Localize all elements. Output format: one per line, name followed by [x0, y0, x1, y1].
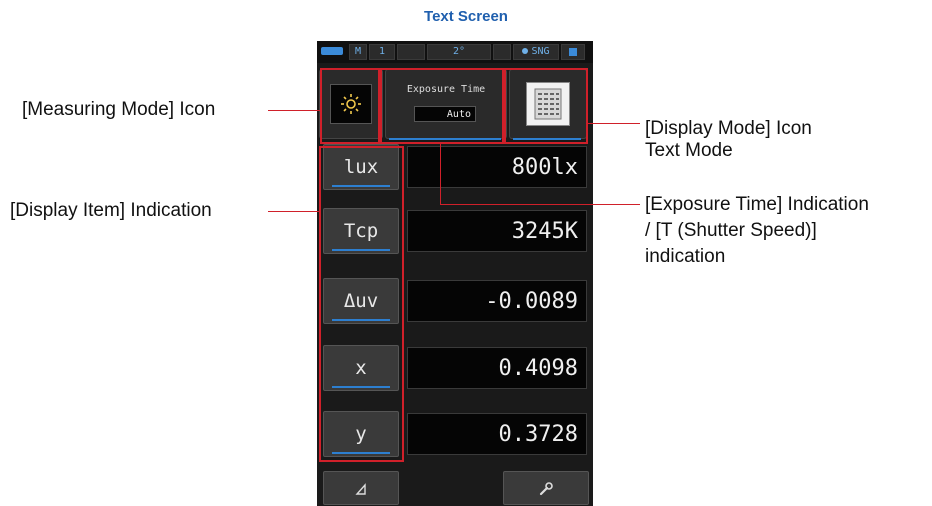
status-mode: M [349, 44, 367, 60]
status-blank-2 [493, 44, 511, 60]
dot-icon [522, 48, 529, 54]
measuring-mode-highlight [320, 68, 380, 144]
display-item-value: 0.4098 [407, 347, 587, 389]
triangle-icon [355, 482, 366, 495]
measuring-mode-annotation: [Measuring Mode] Icon [22, 99, 216, 120]
display-item-value: -0.0089 [407, 280, 587, 322]
display-mode-annotation-sub: Text Mode [645, 140, 733, 161]
leader-line [268, 211, 319, 212]
display-item-value: 3245K [407, 210, 587, 252]
display-mode-annotation: [Display Mode] Icon [645, 118, 812, 139]
battery-icon [321, 47, 343, 55]
status-blank [397, 44, 425, 60]
status-sng-label: SNG [531, 46, 550, 57]
wrench-icon [539, 481, 553, 495]
display-item-highlight [319, 146, 404, 462]
status-bar: M 1 2° SNG [317, 41, 593, 63]
display-item-value: 0.3728 [407, 413, 587, 455]
settings-button[interactable] [503, 471, 589, 505]
status-sng: SNG [513, 44, 559, 60]
exposure-time-highlight [380, 68, 504, 144]
exposure-annotation-2: / [T (Shutter Speed)] [645, 220, 817, 241]
leader-line [440, 144, 441, 204]
page-title: Text Screen [424, 8, 508, 25]
status-angle: 2° [427, 44, 491, 60]
display-item-annotation: [Display Item] Indication [10, 200, 212, 221]
leader-line [588, 123, 640, 124]
leader-line [268, 110, 320, 111]
leader-line [440, 204, 640, 205]
card-icon [561, 44, 585, 60]
exposure-annotation-3: indication [645, 246, 726, 267]
display-mode-highlight [504, 68, 588, 144]
status-channel: 1 [369, 44, 395, 60]
display-item-value: 800lx [407, 146, 587, 188]
exposure-annotation: [Exposure Time] Indication [645, 194, 869, 215]
delta-button[interactable] [323, 471, 399, 505]
